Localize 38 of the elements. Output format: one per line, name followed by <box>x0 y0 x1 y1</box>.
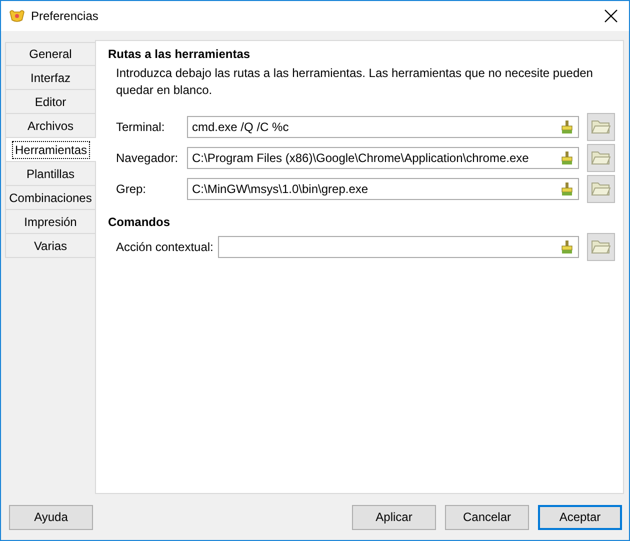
section-title: Comandos <box>108 215 172 229</box>
sidebar-tab[interactable]: General <box>5 42 95 66</box>
folder-icon <box>591 150 611 166</box>
sidebar-tab[interactable]: Interfaz <box>5 66 95 90</box>
sidebar-tab[interactable]: Editor <box>5 90 95 114</box>
field-label: Navegador: <box>116 151 180 165</box>
folder-icon <box>591 239 611 255</box>
field-label: Acción contextual: <box>116 240 214 254</box>
brush-icon[interactable] <box>561 240 573 254</box>
dialog-button[interactable]: Aplicar <box>352 504 436 530</box>
folder-icon <box>591 119 611 135</box>
window-title: Preferencias <box>31 9 100 23</box>
default-button[interactable]: Aceptar <box>538 504 622 530</box>
browse-button[interactable] <box>587 233 615 261</box>
description-text: Introduzca debajo las rutas a las herramientas. Las herramientas que no necesite pueden quedar en blanco. <box>115 65 594 99</box>
folder-icon <box>591 181 611 197</box>
brush-icon[interactable] <box>561 182 573 196</box>
app-icon <box>9 9 25 23</box>
input-field[interactable]: C:\MinGW\msys\1.0\bin\grep.exe <box>187 178 579 200</box>
field-label: Terminal: <box>116 120 166 134</box>
input-field[interactable] <box>218 236 579 258</box>
brush-icon[interactable] <box>561 151 573 165</box>
browse-button[interactable] <box>587 144 615 172</box>
input-field[interactable]: C:\Program Files (x86)\Google\Chrome\Application\chrome.exe <box>187 147 579 169</box>
brush-icon[interactable] <box>561 120 573 134</box>
sidebar-tab[interactable]: Varias <box>5 234 95 258</box>
dialog-button[interactable]: Ayuda <box>9 504 93 530</box>
input-field[interactable]: cmd.exe /Q /C %c <box>187 116 579 138</box>
browse-button[interactable] <box>587 113 615 141</box>
browse-button[interactable] <box>587 175 615 203</box>
sidebar-tab[interactable]: Archivos <box>5 114 95 138</box>
sidebar-tab[interactable]: Combinaciones <box>5 186 95 210</box>
sidebar-tab[interactable]: Herramientas <box>5 138 96 162</box>
dialog-button[interactable]: Cancelar <box>445 504 529 530</box>
section-title: Rutas a las herramientas <box>108 47 252 61</box>
sidebar-tab[interactable]: Impresión <box>5 210 95 234</box>
field-label: Grep: <box>116 182 148 196</box>
sidebar-tab[interactable]: Plantillas <box>5 162 95 186</box>
